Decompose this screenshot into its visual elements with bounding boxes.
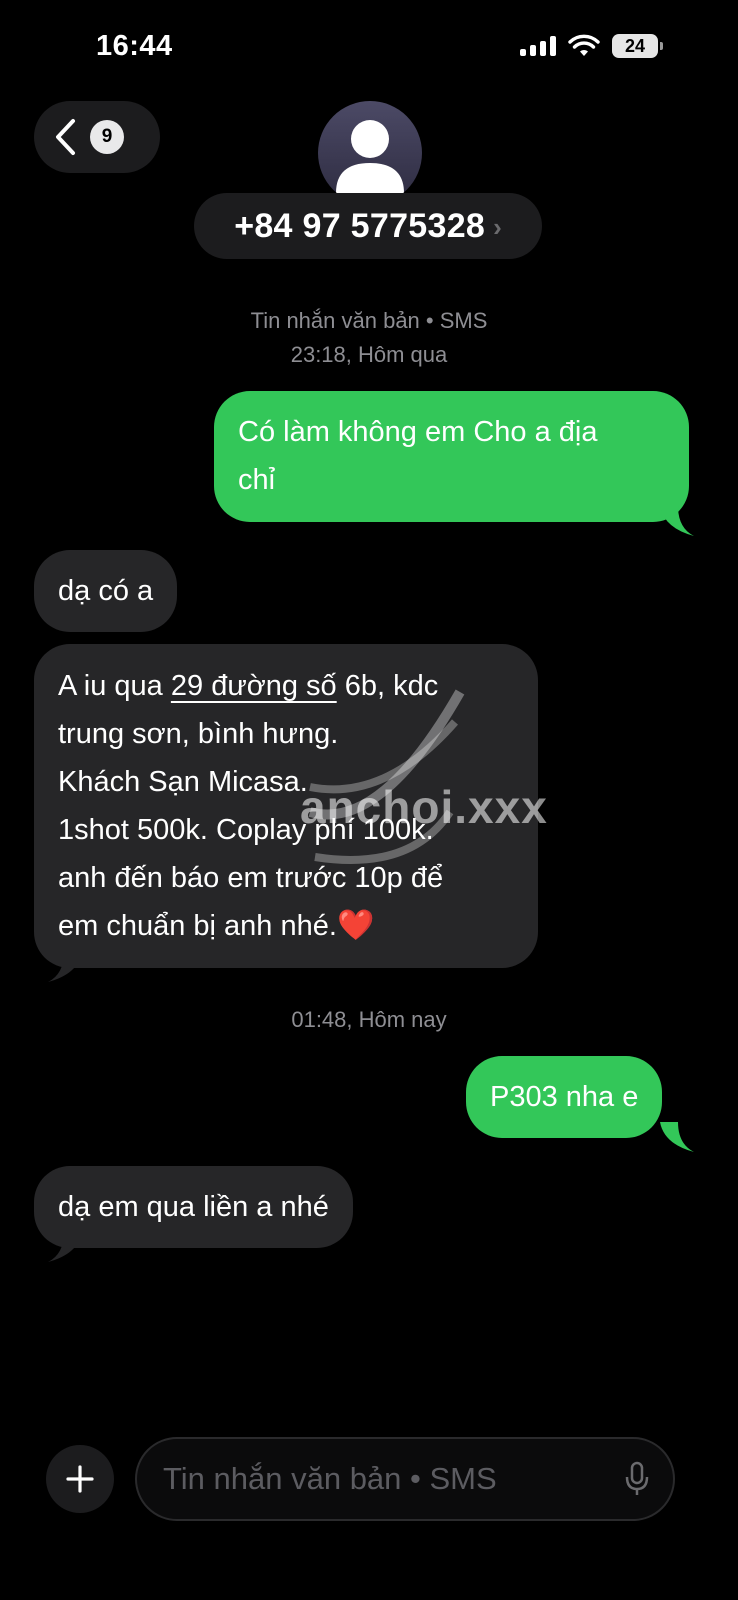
status-time: 16:44 xyxy=(96,30,173,62)
cellular-signal-icon xyxy=(520,36,556,56)
microphone-icon[interactable] xyxy=(625,1461,649,1497)
timestamp-today: 01:48, Hôm nay xyxy=(291,1007,447,1032)
address-link[interactable]: 29 đường số xyxy=(171,670,337,702)
bubble-tail xyxy=(660,506,694,536)
message-line: em chuẩn bị anh nhé.❤️ xyxy=(58,909,375,942)
message-bubble-outgoing[interactable]: Có làm không em Cho a địa chỉ xyxy=(214,391,689,522)
message-line: A iu qua 29 đường số 6b, kdc xyxy=(58,670,439,702)
back-button[interactable]: 9 xyxy=(34,101,160,173)
heart-emoji: ❤️ xyxy=(336,909,375,942)
chevron-right-icon: › xyxy=(493,211,502,242)
contact-avatar[interactable] xyxy=(318,101,422,205)
message-bubble-incoming[interactable]: A iu qua 29 đường số 6b, kdc trung sơn, … xyxy=(34,644,538,968)
bubble-tail xyxy=(48,1232,82,1262)
plus-icon xyxy=(66,1465,94,1493)
wifi-icon xyxy=(568,34,600,56)
message-input[interactable]: Tin nhắn văn bản • SMS xyxy=(135,1437,675,1521)
status-indicators: 24 xyxy=(520,34,663,58)
person-icon xyxy=(336,120,404,193)
message-text: Có làm không em Cho a địa xyxy=(238,416,598,448)
message-bubble-incoming[interactable]: dạ có a xyxy=(34,550,178,632)
message-line: Khách Sạn Micasa. xyxy=(58,766,308,798)
message-input-placeholder: Tin nhắn văn bản • SMS xyxy=(163,1461,497,1496)
message-text: dạ em qua liền a nhé xyxy=(58,1191,329,1223)
message-line: 1shot 500k. Coplay phí 100k. xyxy=(58,814,434,846)
add-attachment-button[interactable] xyxy=(46,1445,114,1513)
message-line: trung sơn, bình hưng. xyxy=(58,718,339,750)
timestamp-yesterday: 23:18, Hôm qua xyxy=(290,342,448,367)
bubble-tail xyxy=(48,952,82,982)
message-bubble-outgoing[interactable]: P303 nha e xyxy=(466,1056,663,1138)
battery-level: 24 xyxy=(624,35,646,56)
unread-count-badge: 9 xyxy=(90,120,124,154)
chevron-left-icon xyxy=(56,119,75,155)
bubble-tail xyxy=(660,1122,694,1152)
message-text: chỉ xyxy=(238,464,276,496)
message-text: P303 nha e xyxy=(490,1081,639,1113)
message-line: anh đến báo em trước 10p để xyxy=(58,862,444,894)
battery-icon: 24 xyxy=(612,34,663,58)
contact-name-button[interactable]: +84 97 5775328 › xyxy=(194,193,542,259)
message-channel-label: Tin nhắn văn bản • SMS xyxy=(250,308,488,333)
contact-name: +84 97 5775328 xyxy=(234,206,486,245)
message-text: dạ có a xyxy=(58,575,154,607)
